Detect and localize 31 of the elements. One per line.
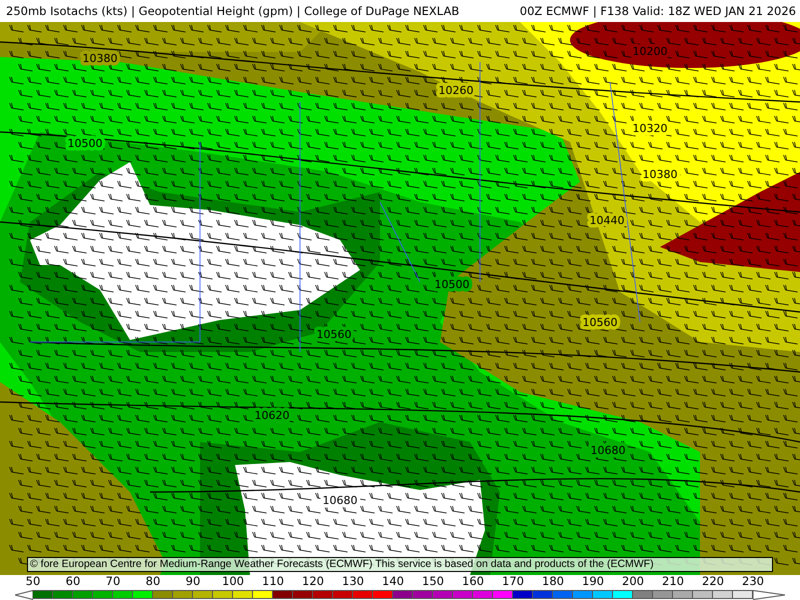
contour-label: 10200 xyxy=(632,45,668,58)
model-run-label: 00Z ECMWF | F138 Valid: 18Z WED JAN 21 2026 xyxy=(520,4,796,18)
colorbar-label: 160 xyxy=(461,575,485,588)
colorbar-label: 50 xyxy=(24,575,42,588)
colorbar-label: 80 xyxy=(144,575,162,588)
colorbar-label: 170 xyxy=(501,575,525,588)
colorbar-label: 130 xyxy=(341,575,365,588)
contour-label: 10440 xyxy=(590,214,624,227)
colorbar-label: 150 xyxy=(421,575,445,588)
colorbar-label: 120 xyxy=(301,575,325,588)
contour-label: 10560 xyxy=(316,328,352,341)
contour-label: 10620 xyxy=(254,409,290,422)
colorbar-label: 210 xyxy=(661,575,685,588)
copyright-notice: © fore European Centre for Medium-Range Weather Forecasts (ECMWF) This service is based on data and products of the (ECMWF) xyxy=(27,557,773,572)
colorbar-label: 60 xyxy=(64,575,82,588)
chart-title: 250mb Isotachs (kts) | Geopotential Height (gpm) | College of DuPage NEXLAB xyxy=(6,4,460,18)
colorbar-label: 230 xyxy=(741,575,765,588)
colorbar-label: 180 xyxy=(541,575,565,588)
contour-label: 10320 xyxy=(632,122,668,135)
colorbar-label: 140 xyxy=(381,575,405,588)
contour-label: 10680 xyxy=(590,444,626,457)
contour-label: 10500 xyxy=(68,137,102,150)
contour-label: 10560 xyxy=(582,316,618,329)
colorbar-label: 200 xyxy=(621,575,645,588)
colorbar-label: 110 xyxy=(261,575,285,588)
colorbar-label: 70 xyxy=(104,575,122,588)
colorbar-label: 220 xyxy=(701,575,725,588)
contour-label: 10260 xyxy=(438,84,474,97)
colorbar-label: 100 xyxy=(221,575,245,588)
colorbar-label: 190 xyxy=(581,575,605,588)
colorbar-label: 90 xyxy=(184,575,202,588)
